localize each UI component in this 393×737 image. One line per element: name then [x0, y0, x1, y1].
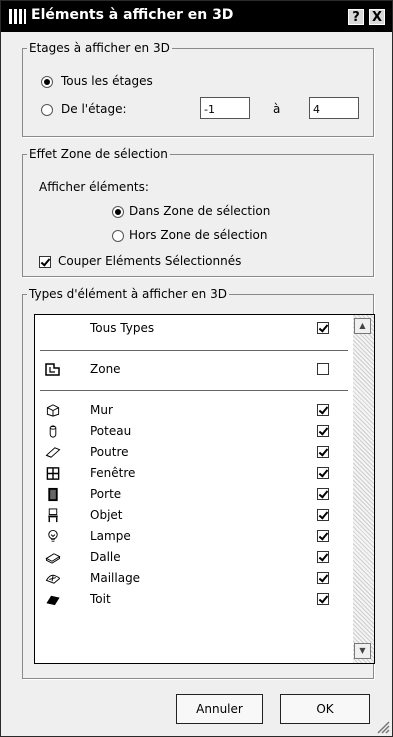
window-title: Eléments à afficher en 3D: [31, 7, 234, 23]
list-item-zone[interactable]: Zone: [35, 361, 353, 378]
wall-icon: [46, 404, 60, 417]
cancel-button[interactable]: Annuler: [176, 694, 263, 724]
outside-marquee-label[interactable]: Hors Zone de sélection: [129, 228, 267, 242]
app-icon: [9, 9, 26, 24]
list-item[interactable]: Poteau: [35, 423, 353, 440]
all-floors-radio[interactable]: [41, 76, 53, 88]
list-item-checkbox[interactable]: [317, 572, 329, 584]
list-item-label: Maillage: [90, 571, 141, 585]
show-elements-label: Afficher éléments:: [39, 180, 149, 194]
cut-selected-label[interactable]: Couper Eléments Sélectionnés: [58, 254, 241, 268]
list-item-label: Porte: [90, 487, 122, 501]
element-types-list[interactable]: Tous Types Zone Mur Poteau Poutre Fenêtre Po…: [34, 314, 375, 664]
outside-marquee-radio[interactable]: [112, 230, 124, 242]
zone-icon: [45, 363, 60, 376]
types-legend: Types d'élément à afficher en 3D: [29, 287, 227, 301]
list-item-label: Objet: [90, 508, 123, 522]
list-item-checkbox[interactable]: [317, 425, 329, 437]
resize-grip-icon[interactable]: [376, 720, 390, 734]
list-item-checkbox[interactable]: [317, 551, 329, 563]
all-floors-label[interactable]: Tous les étages: [61, 74, 153, 88]
list-item-label: Zone: [90, 362, 121, 376]
roof-icon: [46, 595, 60, 606]
list-item[interactable]: Toit: [35, 591, 353, 608]
list-item[interactable]: Maillage: [35, 570, 353, 587]
object-icon: [48, 508, 58, 523]
column-icon: [49, 425, 57, 438]
zone-checkbox[interactable]: [317, 363, 329, 375]
from-floor-input[interactable]: -1: [200, 97, 250, 119]
all-types-checkbox[interactable]: [317, 322, 329, 334]
list-item-label: Tous Types: [90, 321, 155, 335]
list-item-label: Poteau: [90, 424, 132, 438]
list-item[interactable]: Fenêtre: [35, 465, 353, 482]
list-item-label: Toit: [90, 592, 111, 606]
help-button[interactable]: ?: [348, 9, 364, 25]
dialog-window: Eléments à afficher en 3D ? X Etages à a…: [0, 0, 393, 737]
slab-icon: [45, 553, 61, 564]
list-item-checkbox[interactable]: [317, 488, 329, 500]
list-item-checkbox[interactable]: [317, 404, 329, 416]
list-item-label: Dalle: [90, 550, 121, 564]
marquee-legend: Effet Zone de sélection: [29, 147, 168, 161]
scroll-down-icon[interactable]: ▼: [354, 643, 371, 659]
cut-selected-checkbox[interactable]: [39, 256, 51, 268]
beam-icon: [45, 447, 61, 458]
inside-marquee-label[interactable]: Dans Zone de sélection: [129, 204, 270, 218]
floors-group: Etages à afficher en 3D: [22, 41, 374, 137]
list-separator: [40, 350, 348, 351]
list-item-checkbox[interactable]: [317, 446, 329, 458]
list-item-checkbox[interactable]: [317, 509, 329, 521]
window-icon: [46, 467, 60, 480]
list-item-label: Fenêtre: [90, 466, 136, 480]
mesh-icon: [45, 574, 61, 584]
list-item-checkbox[interactable]: [317, 593, 329, 605]
list-item[interactable]: Dalle: [35, 549, 353, 566]
list-item-label: Lampe: [90, 529, 131, 543]
list-item-label: Poutre: [90, 445, 129, 459]
to-floor-input[interactable]: 4: [309, 97, 359, 119]
from-floor-label[interactable]: De l'étage:: [61, 102, 127, 116]
list-item[interactable]: Mur: [35, 402, 353, 419]
lamp-icon: [48, 529, 58, 542]
inside-marquee-radio[interactable]: [112, 206, 124, 218]
list-item-checkbox[interactable]: [317, 467, 329, 479]
list-scrollbar[interactable]: ▲ ▼: [353, 315, 374, 663]
list-item-label: Mur: [90, 403, 113, 417]
list-item[interactable]: Lampe: [35, 528, 353, 545]
list-item[interactable]: Objet: [35, 507, 353, 524]
list-separator: [40, 390, 348, 391]
to-label: à: [273, 102, 281, 116]
ok-button[interactable]: OK: [280, 694, 370, 724]
list-item-all-types[interactable]: Tous Types: [35, 320, 353, 337]
door-icon: [48, 487, 58, 502]
close-button[interactable]: X: [369, 9, 385, 25]
floors-legend: Etages à afficher en 3D: [29, 41, 170, 55]
from-floor-radio[interactable]: [41, 104, 53, 116]
list-item[interactable]: Poutre: [35, 444, 353, 461]
list-item-checkbox[interactable]: [317, 530, 329, 542]
title-bar[interactable]: Eléments à afficher en 3D ? X: [1, 1, 392, 32]
list-item[interactable]: Porte: [35, 486, 353, 503]
scroll-up-icon[interactable]: ▲: [354, 318, 371, 334]
